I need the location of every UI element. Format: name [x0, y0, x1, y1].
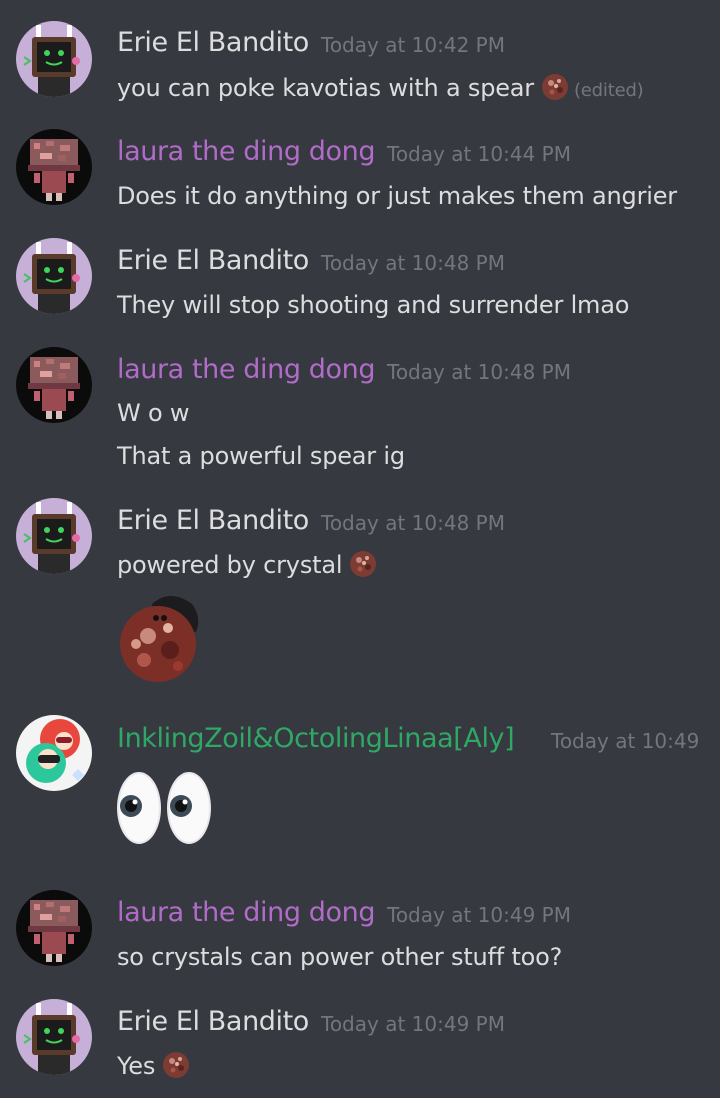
author-name[interactable]: laura the ding dong [117, 896, 375, 930]
message-line: powered by crystal [117, 551, 343, 579]
hooded-crystal-sticker-icon [120, 596, 199, 682]
author-name[interactable]: Erie El Bandito [117, 1005, 309, 1039]
author-name[interactable]: InklingZoil&OctolingLinaa[Aly] [117, 722, 515, 756]
timestamp: Today at 10:49 PM [321, 1012, 505, 1036]
laura-avatar-icon [16, 890, 92, 966]
crystal-emoji-icon [161, 1050, 191, 1080]
avatar[interactable] [16, 238, 92, 314]
author-name[interactable]: Erie El Bandito [117, 244, 309, 278]
timestamp: Today at 10:48 PM [321, 511, 505, 535]
timestamp: Today at 10:49 PM [387, 903, 571, 927]
message-line: Yes [117, 1052, 156, 1080]
author-name[interactable]: Erie El Bandito [117, 504, 309, 538]
message-text: Does it do anything or just makes them a… [117, 182, 677, 210]
timestamp: Today at 10:44 PM [387, 142, 571, 166]
avatar[interactable] [16, 347, 92, 423]
eyes-emoji-icon [117, 772, 211, 844]
message-text: powered by crystal [117, 549, 378, 581]
laura-avatar-icon [16, 347, 92, 423]
avatar[interactable] [16, 890, 92, 966]
edited-label: (edited) [573, 80, 644, 101]
message-text: you can poke kavotias with a spear (edite… [117, 72, 644, 107]
erie-avatar-icon [16, 21, 92, 97]
message-text: so crystals can power other stuff too? [117, 943, 563, 971]
message-text: W o w [117, 399, 190, 427]
avatar[interactable] [16, 21, 92, 97]
timestamp: Today at 10:48 PM [321, 251, 505, 275]
erie-avatar-icon [16, 498, 92, 574]
crystal-emoji-icon [348, 549, 378, 579]
message-text: Yes [117, 1050, 191, 1082]
author-name[interactable]: laura the ding dong [117, 353, 375, 387]
avatar[interactable] [16, 999, 92, 1075]
author-name[interactable]: laura the ding dong [117, 135, 375, 169]
erie-avatar-icon [16, 238, 92, 314]
timestamp: Today at 10:48 PM [387, 360, 571, 384]
message-text: They will stop shooting and surrender lm… [117, 291, 630, 319]
timestamp: Today at 10:42 PM [321, 33, 505, 57]
avatar[interactable] [16, 715, 92, 791]
avatar[interactable] [16, 129, 92, 205]
crystal-emoji-icon [540, 72, 570, 102]
avatar[interactable] [16, 498, 92, 574]
inkling-avatar-icon [16, 715, 92, 791]
message-line: you can poke kavotias with a spear [117, 74, 534, 102]
laura-avatar-icon [16, 129, 92, 205]
author-name[interactable]: Erie El Bandito [117, 26, 309, 60]
message-text: That a powerful spear ig [117, 442, 405, 470]
timestamp: Today at 10:49 [551, 729, 700, 753]
erie-avatar-icon [16, 999, 92, 1075]
